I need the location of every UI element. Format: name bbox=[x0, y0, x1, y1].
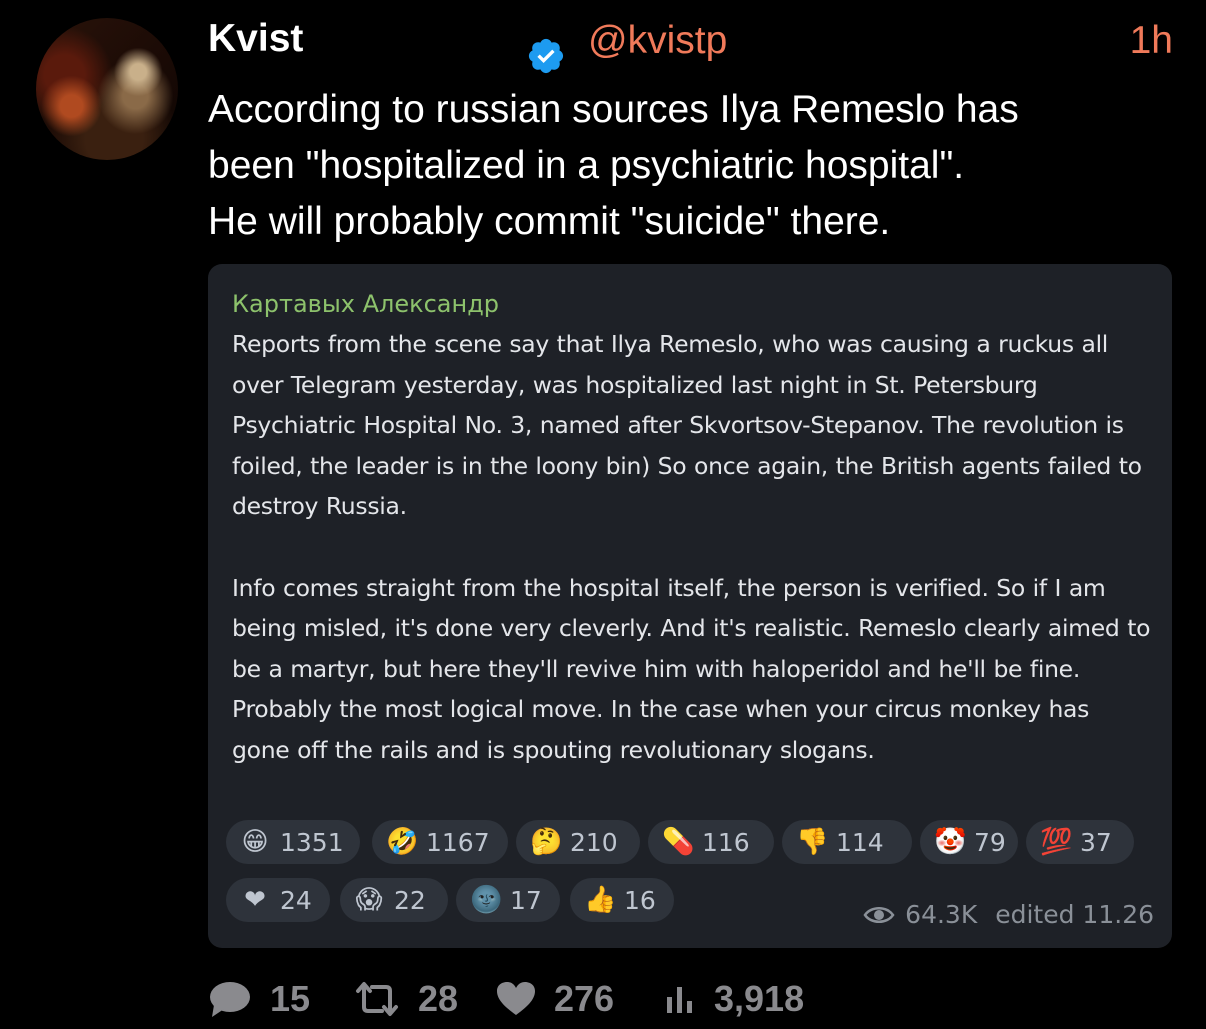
eye-icon bbox=[863, 906, 895, 923]
author-handle[interactable]: @kvistp bbox=[588, 18, 727, 64]
reaction-chip[interactable]: 👎 114 bbox=[782, 820, 912, 864]
quote-paragraph: Reports from the scene say that Ilya Rem… bbox=[232, 330, 1142, 521]
quote-paragraph: Info comes straight from the hospital it… bbox=[232, 573, 1151, 764]
thumbs-down-icon: 👎 bbox=[796, 827, 829, 857]
message-meta: 64.3K edited 11.26 bbox=[863, 900, 1154, 929]
reaction-count: 79 bbox=[974, 827, 1006, 857]
thumbs-up-icon: 👍 bbox=[584, 885, 617, 915]
tweet-text: According to russian sources Ilya Remesl… bbox=[208, 88, 1019, 243]
edited-label: edited 11.26 bbox=[995, 900, 1154, 929]
reaction-chip[interactable]: 💯 37 bbox=[1026, 820, 1134, 864]
reaction-chip[interactable]: 😱 22 bbox=[340, 878, 448, 922]
avatar[interactable] bbox=[36, 18, 178, 160]
new-moon-face-icon: 🌚 bbox=[470, 885, 503, 915]
rofl-face-icon: 🤣 bbox=[386, 827, 419, 857]
author-name[interactable]: Kvist bbox=[208, 16, 303, 62]
heart-icon bbox=[497, 982, 535, 1015]
hundred-points-icon: 💯 bbox=[1040, 827, 1073, 857]
retweet-button[interactable]: 28 bbox=[354, 974, 458, 1024]
tweet: Kvist @kvistp 1h According to russian so… bbox=[0, 0, 1206, 1029]
views-count: 64.3K bbox=[905, 900, 978, 929]
views-total: 3,918 bbox=[714, 978, 805, 1019]
reaction-count: 114 bbox=[836, 827, 884, 857]
reaction-chip[interactable]: 🤡 79 bbox=[920, 820, 1018, 864]
action-bar: 15 28 276 3,918 bbox=[208, 974, 908, 1024]
screaming-face-icon: 😱 bbox=[355, 885, 383, 915]
quote-author: Картавых Александр bbox=[232, 290, 500, 318]
reaction-count: 116 bbox=[702, 827, 750, 857]
reaction-chip[interactable]: 🌚 17 bbox=[456, 878, 560, 922]
timestamp[interactable]: 1h bbox=[1130, 18, 1173, 64]
retweet-icon bbox=[356, 982, 398, 1016]
reaction-count: 210 bbox=[570, 827, 618, 857]
reaction-row: 😁 1351 🤣 1167 🤔 210 💊 116 👎 114 🤡 79 💯 37 bbox=[226, 820, 1166, 864]
like-count: 276 bbox=[554, 978, 615, 1019]
reaction-chip[interactable]: 🤣 1167 bbox=[372, 820, 508, 864]
quoted-message-card[interactable]: Картавых Александр Reports from the scen… bbox=[208, 264, 1172, 948]
reaction-count: 16 bbox=[624, 885, 656, 915]
reaction-count: 24 bbox=[280, 885, 312, 915]
reaction-count: 22 bbox=[394, 885, 426, 915]
like-button[interactable]: 276 bbox=[496, 974, 614, 1024]
reply-bubble-icon bbox=[210, 982, 250, 1017]
reaction-chip[interactable]: 🤔 210 bbox=[516, 820, 640, 864]
reaction-chip[interactable]: ❤ 24 bbox=[226, 878, 330, 922]
tweet-header: Kvist @kvistp 1h bbox=[208, 14, 1173, 74]
clown-face-icon: 🤡 bbox=[934, 827, 967, 857]
thinking-face-icon: 🤔 bbox=[530, 827, 563, 857]
bar-chart-icon bbox=[667, 987, 692, 1013]
reaction-count: 17 bbox=[510, 885, 542, 915]
reaction-chip[interactable]: 💊 116 bbox=[648, 820, 774, 864]
grinning-face-icon: 😁 bbox=[241, 827, 269, 857]
retweet-count: 28 bbox=[418, 978, 459, 1019]
reaction-count: 1167 bbox=[426, 827, 490, 857]
reply-button[interactable]: 15 bbox=[208, 974, 310, 1024]
verified-badge-icon bbox=[528, 38, 564, 74]
reaction-chip[interactable]: 😁 1351 bbox=[226, 820, 360, 864]
red-heart-icon: ❤ bbox=[244, 885, 266, 915]
reaction-count: 1351 bbox=[280, 827, 344, 857]
quote-body: Reports from the scene say that Ilya Rem… bbox=[232, 324, 1152, 771]
reaction-count: 37 bbox=[1080, 827, 1112, 857]
analytics-button[interactable]: 3,918 bbox=[664, 974, 804, 1024]
reply-count: 15 bbox=[270, 978, 311, 1019]
pill-icon: 💊 bbox=[662, 827, 695, 857]
reaction-chip[interactable]: 👍 16 bbox=[570, 878, 674, 922]
